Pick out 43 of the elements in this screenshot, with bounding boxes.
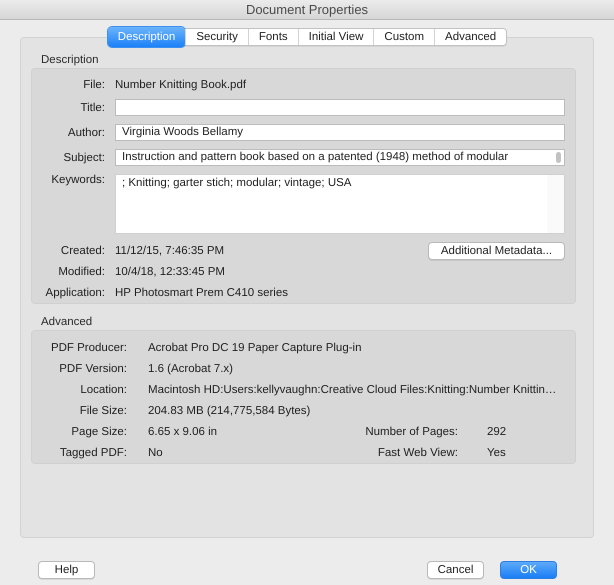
field-label: Subject: (62, 152, 106, 164)
field-label: Title: (80, 102, 106, 114)
field-value: 204.83 MB (214,775,584 Bytes) (148, 404, 312, 416)
cancel-button[interactable]: Cancel (427, 561, 484, 579)
tab[interactable]: Custom (373, 29, 434, 45)
field-value: 11/12/15, 7:46:35 PM (115, 244, 224, 256)
text-field[interactable]: Instruction and pattern book based on a patented (1948) method of modular (115, 149, 565, 166)
text-field[interactable]: Virginia Woods Bellamy (115, 124, 565, 141)
field-value: 10/4/18, 12:33:45 PM (115, 266, 225, 278)
field-label: File Size: (78, 404, 128, 416)
field-label: PDF Version: (58, 362, 128, 374)
field-label: Modified: (57, 266, 106, 278)
field-value: Yes (486, 446, 507, 458)
field-value: 1.6 (Acrobat 7.x) (148, 362, 234, 374)
field-label: Author: (66, 126, 106, 138)
scrollbar-thumb[interactable] (556, 152, 561, 163)
text-field[interactable] (115, 99, 565, 116)
field-label: Number of Pages: (364, 426, 458, 438)
field-label: Tagged PDF: (58, 446, 128, 458)
field-label: Fast Web View: (376, 446, 458, 458)
metadata-button[interactable]: Additional Metadata... (428, 242, 565, 260)
field-label: Location: (79, 384, 128, 396)
field-value: No (148, 446, 164, 458)
help-button[interactable]: Help (38, 561, 95, 579)
field-label: Page Size: (70, 426, 128, 438)
field-value: Acrobat Pro DC 19 Paper Capture Plug-in (148, 342, 362, 354)
field-value: Number Knitting Book.pdf (115, 78, 246, 90)
field-value: 292 (486, 426, 508, 438)
tab[interactable]: Initial View (298, 29, 374, 45)
field-value: 6.65 x 9.06 in (148, 426, 218, 438)
tab[interactable]: Fonts (248, 29, 298, 45)
field-value: Macintosh HD:Users:kellyvaughn:Creative Cloud Files:Knitting:Number Knittin… (148, 384, 558, 396)
text-area[interactable]: ; Knitting; garter stich; modular; vintage; USA (115, 174, 565, 234)
field-label: Created: (60, 244, 106, 256)
section-heading: Advanced (40, 315, 94, 330)
field-label: PDF Producer: (50, 342, 128, 354)
section-heading: Description (40, 53, 100, 68)
tab[interactable]: Security (185, 29, 248, 45)
field-label: File: (82, 78, 106, 90)
field-label: Application: (44, 286, 106, 298)
field-value: HP Photosmart Prem C410 series (115, 286, 288, 298)
window-title: Document Properties (246, 2, 368, 17)
field-label: Keywords: (50, 174, 106, 186)
